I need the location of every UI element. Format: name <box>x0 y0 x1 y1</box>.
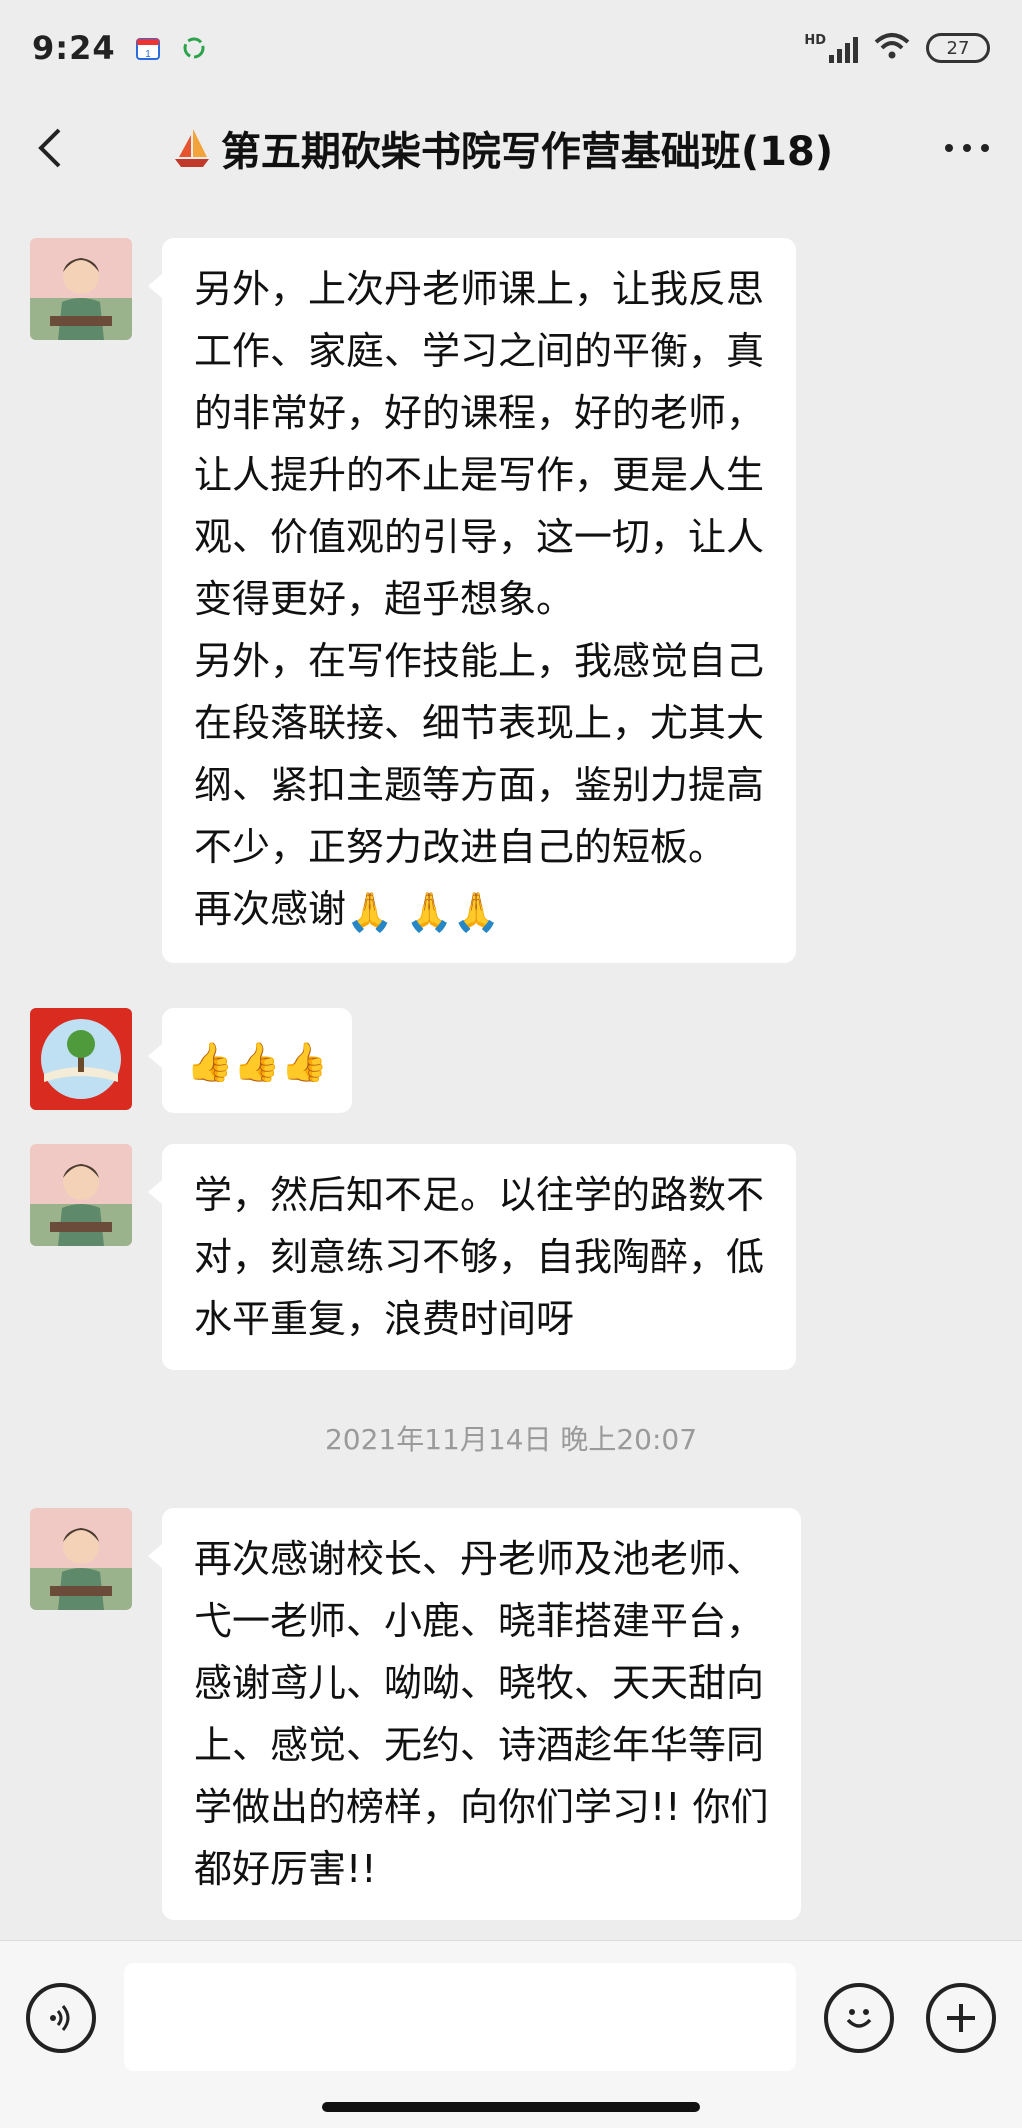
wifi-icon <box>874 32 910 64</box>
message-bubble[interactable]: 学，然后知不足。以往学的路数不 对，刻意练习不够，自我陶醉，低 水平重复，浪费时… <box>147 1144 797 1370</box>
avatar[interactable] <box>30 238 132 340</box>
nav-title-wrap: 第五期砍柴书院写作营基础班(18) <box>100 119 912 177</box>
plus-button[interactable] <box>926 1983 996 2053</box>
pray-emoji-2: 🙏 <box>405 889 453 934</box>
plus-icon <box>947 2004 975 2032</box>
timestamp: 2021年11月14日 晚上20:07 <box>324 1423 698 1456</box>
signal-icon: HD <box>804 33 858 63</box>
more-dots-icon <box>940 144 994 152</box>
page-title: 第五期砍柴书院写作营基础班(18) <box>220 129 834 175</box>
message-bubble[interactable]: 另外，上次丹老师课上，让我反思 工作、家庭、学习之间的平衡，真 的非常好，好的课… <box>147 238 797 963</box>
message-item: 另外，上次丹老师课上，让我反思 工作、家庭、学习之间的平衡，真 的非常好，好的课… <box>30 238 797 963</box>
voice-icon <box>50 2005 70 2031</box>
message-text: 另外，上次丹老师课上，让我反思 工作、家庭、学习之间的平衡，真 的非常好，好的课… <box>194 267 765 931</box>
avatar-woman-green-icon <box>30 1144 132 1246</box>
pray-emoji-1: 🙏 <box>346 889 394 934</box>
thumbs-up-emoji-3: 👍 <box>280 1039 328 1084</box>
message-text: 再次感谢校长、丹老师及池老师、 弋一老师、小鹿、晓菲搭建平台， 感谢鸢儿、呦呦、… <box>194 1537 769 1891</box>
home-indicator[interactable] <box>322 2102 700 2112</box>
pray-emoji-3: 🙏 <box>452 889 501 934</box>
smiley-icon <box>846 2009 872 2028</box>
thumbs-up-emoji-2: 👍 <box>233 1039 281 1084</box>
avatar[interactable] <box>30 1008 132 1110</box>
status-bar: 9:24 1 HD 27 <box>0 0 1022 96</box>
message-item: 再次感谢校长、丹老师及池老师、 弋一老师、小鹿、晓菲搭建平台， 感谢鸢儿、呦呦、… <box>30 1508 801 1920</box>
avatar-woman-green-icon <box>30 1508 132 1610</box>
input-bar <box>0 1940 1022 2128</box>
message-bubble[interactable]: 再次感谢校长、丹老师及池老师、 弋一老师、小鹿、晓菲搭建平台， 感谢鸢儿、呦呦、… <box>148 1508 801 1920</box>
recycle-app-icon <box>180 34 208 62</box>
back-button[interactable] <box>0 96 100 200</box>
avatar-tree-book-icon <box>30 1008 132 1110</box>
nav-bar: 第五期砍柴书院写作营基础班(18) <box>0 96 1022 200</box>
more-button[interactable] <box>912 96 1022 200</box>
status-time: 9:24 <box>32 29 116 67</box>
thumbs-up-emoji-1: 👍 <box>186 1039 234 1084</box>
avatar[interactable] <box>30 1144 132 1246</box>
battery-indicator: 27 <box>926 33 990 63</box>
message-bubble[interactable]: 👍👍👍 <box>148 1008 352 1113</box>
calendar-app-icon: 1 <box>134 34 162 62</box>
chat-area[interactable]: 另外，上次丹老师课上，让我反思 工作、家庭、学习之间的平衡，真 的非常好，好的课… <box>0 200 1022 1940</box>
svg-text:1: 1 <box>145 49 151 60</box>
message-input[interactable] <box>124 1963 796 2071</box>
sailboat-icon <box>174 129 209 167</box>
message-text: 学，然后知不足。以往学的路数不 对，刻意练习不够，自我陶醉，低 水平重复，浪费时… <box>194 1173 765 1341</box>
emoji-button[interactable] <box>824 1983 894 2053</box>
avatar[interactable] <box>30 1508 132 1610</box>
voice-button[interactable] <box>26 1983 96 2053</box>
chevron-left-icon <box>38 128 61 168</box>
status-right: HD 27 <box>804 32 990 64</box>
avatar-woman-green-icon <box>30 238 132 340</box>
network-label: HD <box>804 33 826 48</box>
message-item: 👍👍👍 <box>30 1008 352 1113</box>
message-item: 学，然后知不足。以往学的路数不 对，刻意练习不够，自我陶醉，低 水平重复，浪费时… <box>30 1144 797 1370</box>
